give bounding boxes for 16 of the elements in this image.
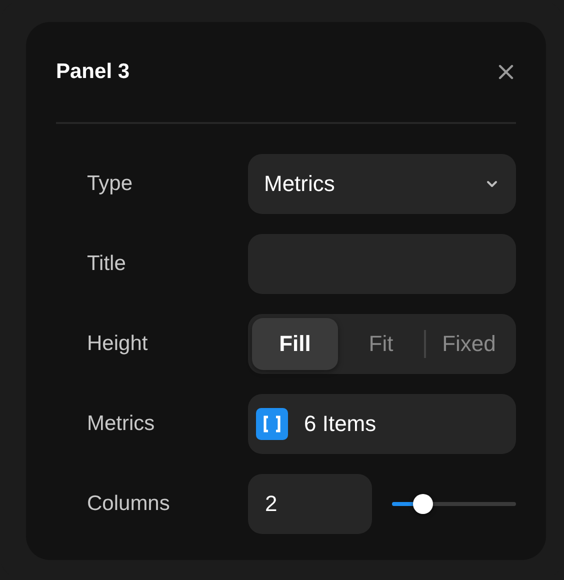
segment-tab[interactable]: Fill [252, 318, 338, 370]
number-field[interactable]: 2 [248, 474, 372, 534]
type-dropdown[interactable]: Metrics [248, 154, 516, 214]
panel-title: Panel 3 [56, 60, 130, 84]
brackets-icon [256, 408, 288, 440]
metrics-selector[interactable]: 6 Items [248, 394, 516, 454]
segment-tab[interactable]: Fit [338, 318, 424, 370]
slider-thumb[interactable] [413, 494, 433, 514]
field-label: Type [87, 172, 134, 196]
field-label: Title [87, 252, 127, 276]
segment-tab[interactable]: Fixed [426, 318, 512, 370]
field-label: Columns [87, 492, 171, 516]
field-label: Metrics [87, 412, 156, 436]
close-icon[interactable] [498, 64, 514, 80]
field-label: Height [87, 332, 149, 356]
chevron-down-icon [486, 180, 498, 188]
